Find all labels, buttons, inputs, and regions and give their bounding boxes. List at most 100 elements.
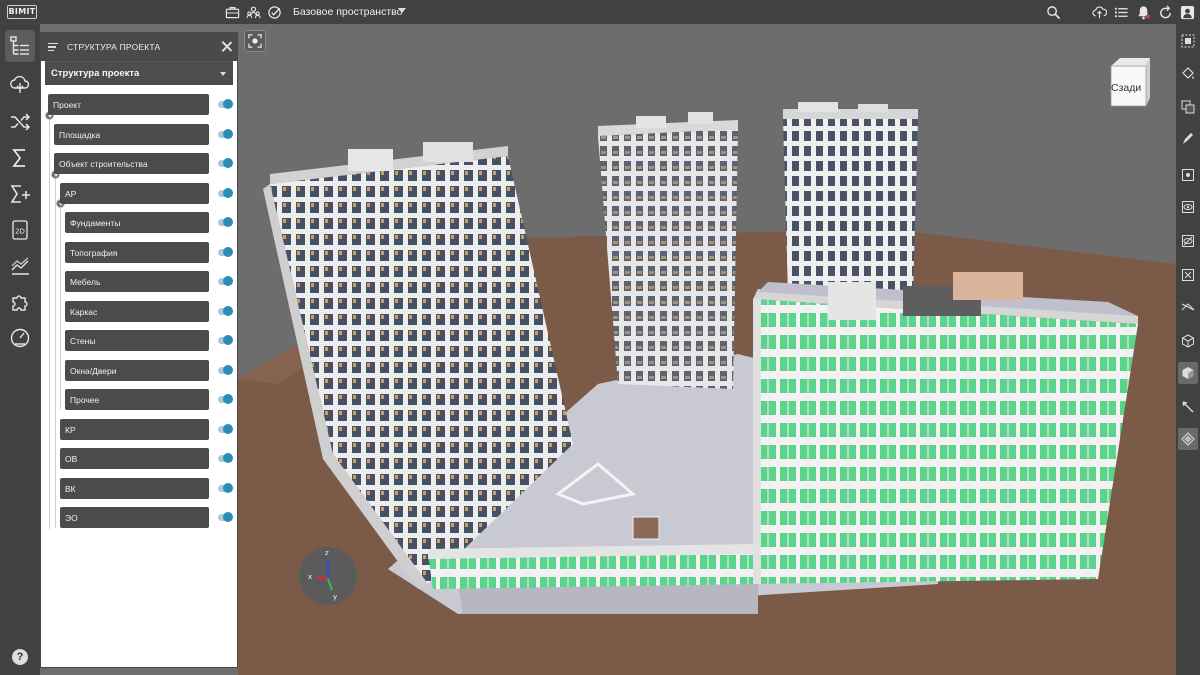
visibility-toggle[interactable] — [218, 158, 233, 168]
fit-view-button[interactable] — [244, 30, 266, 52]
visibility-toggle[interactable] — [218, 394, 233, 404]
project-structure-panel: СТРУКТУРА ПРОЕКТА Структура проекта Прое… — [40, 32, 238, 668]
tree-node-vk[interactable]: ВК — [60, 478, 209, 499]
eye-icon[interactable] — [1178, 196, 1198, 218]
logo: BIMIT — [7, 5, 37, 19]
visibility-toggle[interactable] — [218, 129, 233, 139]
puzzle-icon[interactable] — [5, 286, 35, 318]
visibility-toggle[interactable] — [218, 188, 233, 198]
top-bar: BIMIT Базовое пространство — [0, 0, 1200, 24]
tree-node-construction-object[interactable]: Объект строительства — [54, 153, 209, 174]
project-structure-icon[interactable] — [5, 30, 35, 62]
user-icon[interactable] — [1178, 3, 1196, 21]
eye-off-icon[interactable] — [1178, 230, 1198, 252]
sum-icon[interactable] — [5, 142, 35, 174]
tree-node-ov[interactable]: ОВ — [60, 448, 209, 469]
tree-node-windows-doors[interactable]: Окна/Двери — [65, 360, 209, 381]
structure-dropdown-label: Структура проекта — [51, 68, 140, 79]
tree-node-label: ЭО — [65, 512, 78, 523]
right-toolbar — [1176, 24, 1200, 675]
tree-connector — [55, 168, 56, 528]
tree-node-label: Окна/Двери — [70, 365, 117, 376]
tree-node-label: Мебель — [70, 276, 101, 287]
panel-header: СТРУКТУРА ПРОЕКТА — [41, 33, 237, 61]
left-toolbar: 2D ? — [0, 24, 40, 675]
pen-icon[interactable] — [1178, 128, 1198, 150]
tree-node-furniture[interactable]: Мебель — [65, 271, 209, 292]
refresh-icon[interactable] — [1156, 3, 1174, 21]
briefcase-icon[interactable] — [223, 3, 241, 21]
tree-connector — [60, 197, 61, 409]
tree-node-label: Площадка — [59, 129, 101, 140]
top-center-group: Базовое пространство — [223, 0, 402, 24]
users-icon[interactable] — [244, 3, 262, 21]
bim-model-scene[interactable]: z x y — [238, 24, 1176, 675]
structure-tree: Проект Площадка Объект строительства АР … — [41, 89, 237, 569]
structure-dropdown[interactable]: Структура проекта — [45, 61, 233, 85]
cloud-icon[interactable] — [1090, 3, 1108, 21]
cube-icon[interactable] — [1178, 330, 1198, 352]
select-box-icon[interactable] — [1178, 30, 1198, 52]
close-icon[interactable] — [221, 41, 232, 52]
top-right-group — [1040, 0, 1196, 24]
chevron-down-icon — [220, 72, 226, 76]
tree-node-site[interactable]: Площадка — [54, 124, 209, 145]
tree-node-label: КР — [65, 424, 76, 435]
visibility-toggle[interactable] — [218, 217, 233, 227]
shuffle-icon[interactable] — [5, 106, 35, 138]
chevron-down-icon[interactable] — [398, 8, 406, 13]
target-icon[interactable] — [1178, 428, 1198, 450]
2d-icon[interactable]: 2D — [5, 214, 35, 246]
visibility-toggle[interactable] — [218, 99, 233, 109]
visibility-toggle[interactable] — [218, 335, 233, 345]
tree-node-project[interactable]: Проект — [48, 94, 209, 115]
tree-node-kr[interactable]: КР — [60, 419, 209, 440]
help-button[interactable]: ? — [12, 649, 28, 665]
axis-y-label: y — [333, 593, 337, 601]
isolate-icon[interactable] — [1178, 264, 1198, 286]
visibility-toggle[interactable] — [218, 483, 233, 493]
tree-node-other[interactable]: Прочее — [65, 389, 209, 410]
tree-node-eo[interactable]: ЭО — [60, 507, 209, 528]
tree-node-topography[interactable]: Топография — [65, 242, 209, 263]
panel-title: СТРУКТУРА ПРОЕКТА — [67, 42, 161, 52]
space-selector-label[interactable]: Базовое пространство — [293, 6, 402, 18]
visibility-toggle[interactable] — [218, 306, 233, 316]
gauge-icon[interactable] — [5, 322, 35, 354]
visibility-toggle[interactable] — [218, 247, 233, 257]
3d-viewport[interactable]: z x y Сзади — [238, 24, 1176, 675]
paint-bucket-icon[interactable] — [1178, 62, 1198, 84]
tree-node-label: ВК — [65, 483, 76, 494]
shade-cube-icon[interactable] — [1178, 362, 1198, 384]
visibility-toggle[interactable] — [218, 424, 233, 434]
navcube-face-label: Сзади — [1111, 82, 1142, 94]
cloud-tree-icon[interactable] — [5, 68, 35, 100]
bell-icon[interactable] — [1134, 3, 1152, 21]
search-icon[interactable] — [1044, 3, 1062, 21]
tree-node-frame[interactable]: Каркас — [65, 301, 209, 322]
chart-lines-icon[interactable] — [5, 250, 35, 282]
tree-connector — [49, 109, 50, 529]
measure-icon[interactable] — [1178, 396, 1198, 418]
visibility-toggle[interactable] — [218, 365, 233, 375]
menu-icon[interactable] — [48, 42, 58, 52]
tree-node-ar[interactable]: АР — [60, 183, 209, 204]
visibility-toggle[interactable] — [218, 512, 233, 522]
tree-node-label: АР — [65, 188, 77, 199]
list-icon[interactable] — [1112, 3, 1130, 21]
section-icon[interactable] — [1178, 296, 1198, 318]
hide-icon[interactable] — [1178, 164, 1198, 186]
checklist-icon[interactable] — [265, 3, 283, 21]
app: BIMIT Базовое пространство 2D ? СТРУКТУР… — [0, 0, 1200, 675]
sum-plus-icon[interactable] — [5, 178, 35, 210]
visibility-toggle[interactable] — [218, 453, 233, 463]
visibility-toggle[interactable] — [218, 276, 233, 286]
tree-node-walls[interactable]: Стены — [65, 330, 209, 351]
axis-x-label: x — [308, 573, 312, 581]
tree-node-label: Стены — [70, 335, 96, 346]
tree-node-label: Объект строительства — [59, 158, 148, 169]
navigation-cube[interactable]: Сзади — [1106, 56, 1152, 108]
copy-select-icon[interactable] — [1178, 96, 1198, 118]
tree-node-foundations[interactable]: Фундаменты — [65, 212, 209, 233]
tree-node-label: Топография — [70, 247, 118, 258]
